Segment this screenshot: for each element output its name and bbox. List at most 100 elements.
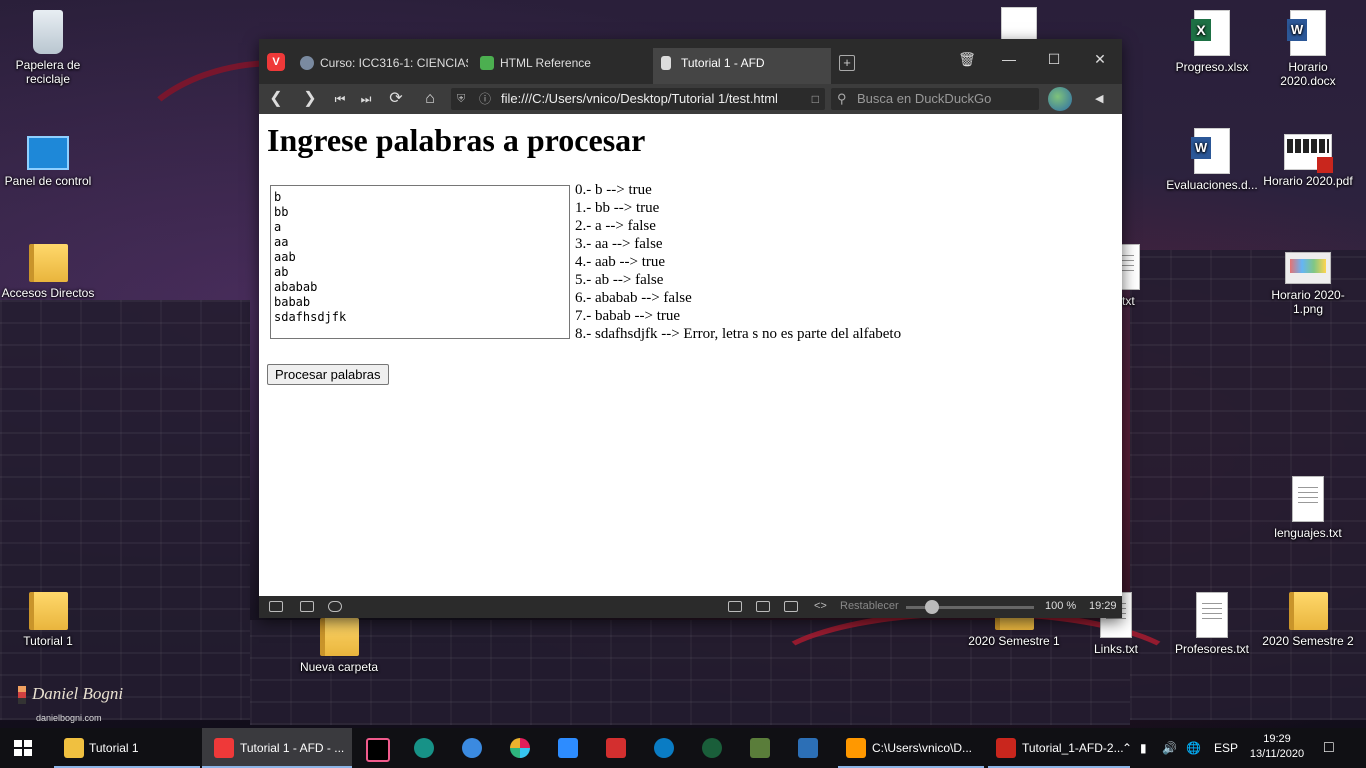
- code-icon[interactable]: <>: [814, 600, 827, 612]
- result-line: 2.- a --> false: [575, 218, 656, 234]
- vivaldi-menu-icon[interactable]: V: [267, 53, 285, 71]
- taskbar-item-label: Tutorial_1-AFD-2...: [1022, 741, 1124, 755]
- url-field[interactable]: ⛨ ⓘ file:///C:/Users/vnico/Desktop/Tutor…: [451, 88, 825, 110]
- desktop-icon-accesos-directos[interactable]: Accesos Directos: [0, 244, 96, 300]
- desktop-icon-nueva-carpeta[interactable]: Nueva carpeta: [291, 618, 387, 674]
- desktop-icon-control-panel[interactable]: Panel de control: [0, 128, 96, 188]
- word-file-icon: [1191, 128, 1230, 174]
- zoom-icon[interactable]: [558, 738, 578, 758]
- tool-icon[interactable]: [750, 738, 770, 758]
- search-field[interactable]: ⚲ Busca en DuckDuckGo: [831, 88, 1039, 110]
- desktop-icon-horario-docx[interactable]: Horario 2020.docx: [1260, 10, 1356, 88]
- taskbar-item-vivaldi[interactable]: Tutorial 1 - AFD - ...: [202, 728, 352, 768]
- taskbar-item-explorer[interactable]: Tutorial 1: [54, 728, 200, 768]
- page-icon: [661, 56, 671, 70]
- new-tab-button[interactable]: +: [839, 55, 855, 71]
- tab-label: HTML Reference: [500, 56, 591, 70]
- window-icon[interactable]: [756, 601, 770, 612]
- desktop-icon-label: lenguajes.txt: [1274, 526, 1342, 540]
- desktop-icon-lenguajes[interactable]: lenguajes.txt: [1260, 476, 1356, 540]
- panel-icon[interactable]: [269, 601, 283, 612]
- address-bar: ❮ ❯ ⏮ ⏭ ⟳ ⌂ ⛨ ⓘ file:///C:/Users/vnico/D…: [259, 84, 1122, 114]
- volume-icon[interactable]: 🔊: [1162, 728, 1177, 768]
- camera-icon[interactable]: [728, 601, 742, 612]
- words-textarea[interactable]: b bb a aa aab ab ababab babab sdafhsdjfk: [270, 185, 570, 339]
- trash-icon[interactable]: 🗑: [952, 49, 982, 69]
- zoom-slider-handle[interactable]: [925, 600, 939, 614]
- desktop-icon-label: txt: [1122, 294, 1135, 308]
- show-hidden-icons-icon[interactable]: ⌃: [1122, 728, 1132, 768]
- page-content: Ingrese palabras a procesar b bb a aa aa…: [259, 114, 1122, 596]
- cloud-sync-icon[interactable]: [328, 601, 342, 612]
- desktop-icon-progreso[interactable]: Progreso.xlsx: [1164, 10, 1260, 74]
- wallpaper-site: danielbogni.com: [36, 713, 102, 723]
- desktop-icon-label: Papelera de reciclaje: [15, 58, 81, 86]
- signature-color-bars: [18, 686, 26, 705]
- url-text: file:///C:/Users/vnico/Desktop/Tutorial …: [501, 91, 778, 106]
- hs-icon[interactable]: [702, 738, 722, 758]
- thunderbird-icon[interactable]: [462, 738, 482, 758]
- folder-icon: [319, 618, 359, 656]
- desktop-icon-label: 2020 Semestre 1: [968, 634, 1060, 648]
- taskbar-item-sublime[interactable]: C:\Users\vnico\D...: [838, 728, 984, 768]
- desktop-icon-profesores[interactable]: Profesores.txt: [1164, 592, 1260, 656]
- taskbar: Tutorial 1 Tutorial 1 - AFD - ... C:\Use…: [0, 728, 1366, 768]
- desktop-icon-label: Panel de control: [4, 174, 92, 188]
- clock-time: 19:29: [1263, 733, 1291, 745]
- tab-curso[interactable]: Curso: ICC316-1: CIENCIAS: [292, 48, 468, 84]
- tab-html-reference[interactable]: HTML Reference: [472, 48, 652, 84]
- extension-globe-icon[interactable]: [1048, 87, 1072, 111]
- word-file-icon: [1287, 10, 1326, 56]
- close-button[interactable]: ✕: [1085, 49, 1115, 69]
- tiling-icon[interactable]: [300, 601, 314, 612]
- battery-icon[interactable]: ▮: [1140, 728, 1147, 768]
- intellij-icon[interactable]: [366, 738, 390, 762]
- process-words-button[interactable]: Procesar palabras: [267, 364, 389, 385]
- slack-icon[interactable]: [510, 738, 530, 758]
- result-line: 6.- ababab --> false: [575, 290, 692, 306]
- language-indicator[interactable]: ESP: [1214, 728, 1238, 768]
- desktop-icon-label: Horario 2020.docx: [1280, 60, 1336, 88]
- desktop-icon-label: Progreso.xlsx: [1175, 60, 1249, 74]
- notifications-icon[interactable]: □: [1324, 728, 1334, 768]
- tab-tutorial-afd[interactable]: Tutorial 1 - AFD: [653, 48, 831, 84]
- taskbar-item-pdf[interactable]: Tutorial_1-AFD-2...: [988, 728, 1130, 768]
- desktop-icon-evaluaciones[interactable]: Evaluaciones.d...: [1164, 128, 1260, 192]
- sync-icon[interactable]: [654, 738, 674, 758]
- taskbar-clock[interactable]: 19:29 13/11/2020: [1246, 732, 1308, 762]
- windows-start-icon[interactable]: [14, 740, 32, 756]
- desktop-file-thumbnail[interactable]: [1001, 7, 1037, 41]
- download-icon[interactable]: [606, 738, 626, 758]
- image-icon[interactable]: [784, 601, 798, 612]
- desktop-icon-horario-pdf[interactable]: Horario 2020.pdf: [1260, 128, 1356, 188]
- reload-icon[interactable]: ⟳: [385, 88, 407, 110]
- network-icon[interactable]: 🌐: [1186, 728, 1201, 768]
- zoom-level[interactable]: 100 %: [1045, 600, 1076, 612]
- wallpaper-wall-left: [0, 300, 250, 720]
- desktop-icon-recycle-bin[interactable]: Papelera de reciclaje: [0, 10, 96, 86]
- desktop-icon-semestre-2[interactable]: 2020 Semestre 2: [1260, 592, 1356, 648]
- zoom-reset-button[interactable]: Restablecer: [840, 600, 899, 612]
- maximize-button[interactable]: ☐: [1039, 49, 1069, 69]
- dbeaver-icon[interactable]: [798, 738, 818, 758]
- panel-toggle-icon[interactable]: ◀: [1095, 88, 1103, 110]
- shield-icon[interactable]: ⛨: [457, 88, 465, 110]
- taskbar-item-label: Tutorial 1 - AFD - ...: [240, 741, 345, 755]
- desktop-icon-partial-txt[interactable]: txt: [1122, 244, 1152, 308]
- vivaldi-icon: [214, 738, 234, 758]
- desktop-icon-horario-png[interactable]: Horario 2020-1.png: [1260, 244, 1356, 316]
- rewind-icon[interactable]: ⏮: [329, 88, 351, 110]
- desktop-icon-label: Tutorial 1: [23, 634, 73, 648]
- browser-window[interactable]: V Curso: ICC316-1: CIENCIAS HTML Referen…: [259, 39, 1122, 618]
- desktop-icon-tutorial-1[interactable]: Tutorial 1: [0, 592, 96, 648]
- w3schools-icon: [480, 56, 494, 70]
- fast-forward-icon[interactable]: ⏭: [355, 88, 377, 110]
- gitkraken-icon[interactable]: [414, 738, 434, 758]
- tab-label: Curso: ICC316-1: CIENCIAS: [320, 56, 468, 70]
- minimize-button[interactable]: —: [994, 49, 1024, 69]
- back-arrow-icon[interactable]: ❮: [265, 88, 287, 110]
- home-icon[interactable]: ⌂: [419, 88, 441, 110]
- info-icon[interactable]: ⓘ: [479, 88, 491, 110]
- forward-arrow-icon[interactable]: ❯: [299, 88, 321, 110]
- bookmark-icon[interactable]: □: [812, 88, 819, 110]
